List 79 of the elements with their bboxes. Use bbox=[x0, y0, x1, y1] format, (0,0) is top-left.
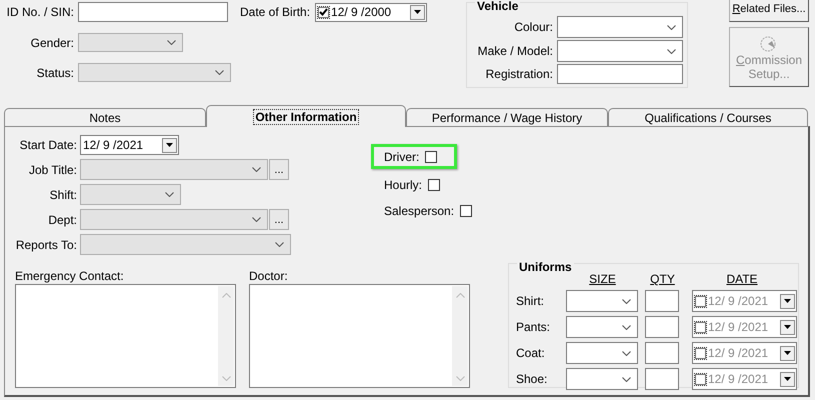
checkbox-label: Driver: bbox=[384, 150, 420, 164]
chevron-down-icon bbox=[622, 376, 631, 382]
group-title: Vehicle bbox=[475, 0, 520, 12]
dropdown-field[interactable] bbox=[566, 316, 638, 338]
tab[interactable]: Other Information bbox=[206, 105, 406, 127]
date-value: 12/ 9 /2021 bbox=[83, 138, 144, 152]
field-label: Shirt: bbox=[516, 294, 546, 308]
related-files-button[interactable]: Related Files... bbox=[729, 0, 809, 22]
group-title: Uniforms bbox=[517, 261, 574, 273]
checkbox[interactable] bbox=[425, 150, 438, 162]
checkbox[interactable] bbox=[428, 179, 440, 191]
checkbox[interactable] bbox=[695, 374, 706, 384]
chevron-down-icon bbox=[622, 350, 631, 356]
text-field[interactable] bbox=[645, 368, 679, 390]
column-header: QTY bbox=[649, 272, 676, 286]
chevron-down-icon bbox=[667, 24, 676, 30]
text-area[interactable] bbox=[15, 284, 236, 388]
date-value: 12/ 9 /2000 bbox=[331, 5, 392, 19]
field-label: Reports To: bbox=[16, 238, 77, 252]
date-value: 12/ 9 /2021 bbox=[708, 346, 770, 360]
field-label: Coat: bbox=[516, 346, 546, 360]
dropdown-field[interactable] bbox=[566, 368, 638, 390]
checkbox[interactable] bbox=[318, 6, 330, 18]
dropdown-arrow-icon bbox=[166, 143, 173, 147]
date-value: 12/ 9 /2021 bbox=[708, 372, 770, 386]
dropdown-field[interactable] bbox=[566, 290, 638, 312]
field-label: Registration: bbox=[484, 67, 553, 81]
chevron-down-icon bbox=[667, 48, 676, 54]
chevron-down-icon bbox=[165, 192, 174, 197]
field-label: Date of Birth: bbox=[240, 5, 310, 19]
text-field[interactable] bbox=[78, 2, 228, 22]
dropdown-field[interactable] bbox=[566, 342, 638, 364]
field-label: Shift: bbox=[50, 188, 77, 202]
dropdown-arrow-icon bbox=[784, 377, 791, 381]
tab[interactable]: Qualifications / Courses bbox=[608, 108, 808, 126]
chevron-down-icon bbox=[252, 217, 261, 222]
dropdown-arrow-icon bbox=[414, 10, 422, 14]
field-label: Make / Model: bbox=[476, 44, 553, 58]
field-label: Dept: bbox=[48, 212, 77, 226]
chevron-down-icon bbox=[622, 298, 631, 304]
dropdown-field[interactable] bbox=[557, 40, 683, 62]
date-value: 12/ 9 /2021 bbox=[708, 294, 770, 308]
date-picker[interactable]: 12/ 9 /2021 bbox=[80, 135, 179, 155]
dropdown-arrow-icon bbox=[784, 299, 791, 303]
checkbox[interactable] bbox=[695, 348, 706, 358]
chevron-down-icon bbox=[167, 40, 176, 45]
checkbox[interactable] bbox=[460, 205, 472, 217]
field-label: Doctor: bbox=[249, 269, 289, 283]
field-label: Job Title: bbox=[28, 162, 77, 176]
field-label: Pants: bbox=[516, 320, 552, 334]
chevron-down-icon bbox=[622, 324, 631, 330]
tab[interactable]: Performance / Wage History bbox=[406, 108, 608, 126]
checkbox-label: Hourly: bbox=[384, 178, 422, 192]
tab[interactable]: Notes bbox=[4, 108, 206, 126]
text-field[interactable] bbox=[645, 316, 679, 338]
field-label: Shoe: bbox=[516, 372, 548, 386]
date-picker[interactable]: 12/ 9 /2000 bbox=[315, 2, 428, 22]
text-field[interactable] bbox=[645, 290, 679, 312]
column-header: DATE bbox=[725, 272, 759, 286]
chevron-down-icon bbox=[252, 167, 261, 172]
text-field[interactable] bbox=[645, 342, 679, 364]
checkbox[interactable] bbox=[695, 296, 706, 306]
field-label: Start Date: bbox=[20, 138, 77, 152]
chevron-down-icon bbox=[215, 70, 224, 75]
column-header: SIZE bbox=[588, 272, 617, 286]
field-label: Status: bbox=[36, 66, 74, 80]
text-field[interactable] bbox=[557, 64, 683, 84]
checkbox-label: Salesperson: bbox=[384, 204, 454, 218]
dropdown-arrow-icon bbox=[784, 351, 791, 355]
chevron-down-icon bbox=[275, 242, 284, 247]
date-value: 12/ 9 /2021 bbox=[708, 320, 770, 334]
dropdown-field[interactable] bbox=[557, 16, 683, 38]
dropdown-arrow-icon bbox=[784, 325, 791, 329]
text-area[interactable] bbox=[249, 284, 470, 388]
field-label: Gender: bbox=[30, 36, 74, 50]
field-label: Colour: bbox=[513, 20, 553, 34]
field-label: Emergency Contact: bbox=[15, 269, 125, 283]
checkbox[interactable] bbox=[695, 322, 706, 332]
field-label: ID No. / SIN: bbox=[6, 5, 74, 19]
